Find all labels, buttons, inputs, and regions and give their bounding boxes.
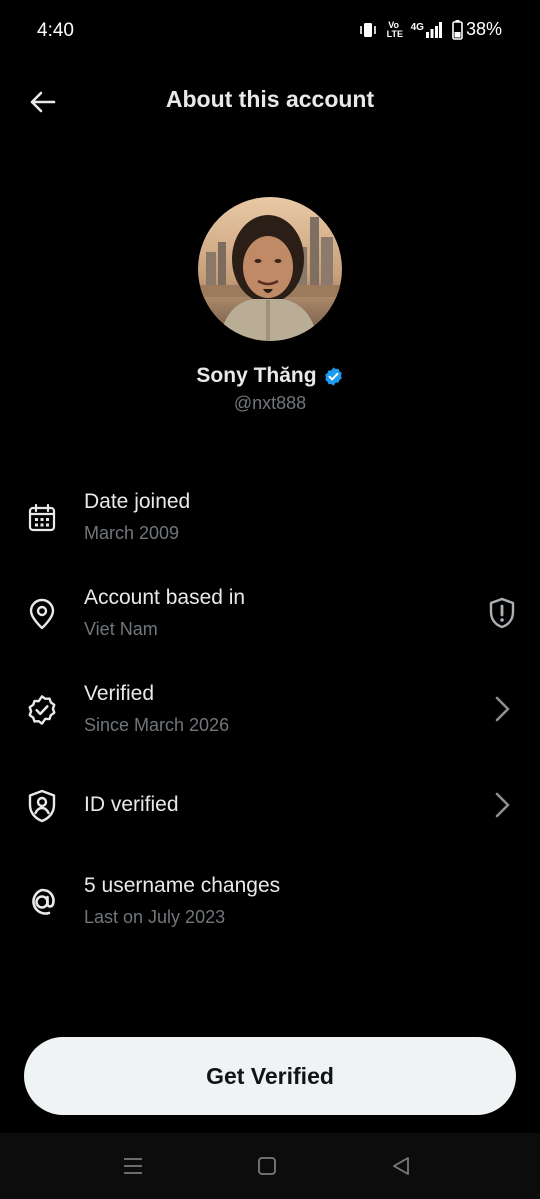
back-triangle-icon[interactable] [386,1153,416,1179]
profile-name-row: Sony Thăng [0,364,540,388]
header: About this account [0,72,540,132]
page-title: About this account [165,86,375,112]
row-title: Verified [84,682,155,705]
at-sign-icon [22,882,62,922]
status-time: 4:40 [37,20,74,41]
vibrate-icon [359,21,377,39]
volte-icon: Vo LTE [386,19,403,39]
id-shield-icon [22,786,62,826]
chevron-right-icon[interactable] [484,691,520,727]
status-icons: Vo LTE 4G 38% [359,19,502,40]
battery: 38% [452,19,502,40]
signal-icon: 4G [410,21,442,38]
row-subtitle: Last on July 2023 [84,907,226,927]
calendar-icon [22,498,62,538]
row-title: 5 username changes [84,874,281,897]
battery-icon [452,19,463,40]
about-account-screen: 4:40 Vo LTE 4G 38% About this account So… [0,0,540,1199]
username-changes-row: 5 username changes Last on July 2023 [0,870,540,950]
date-joined-row: Date joined March 2009 [0,486,540,566]
id-verified-row[interactable]: ID verified [0,774,540,854]
avatar[interactable] [198,197,342,341]
status-bar: 4:40 Vo LTE 4G 38% [0,0,540,62]
row-title: Account based in [84,586,246,609]
row-subtitle: Viet Nam [84,619,158,639]
row-title: ID verified [84,793,179,816]
get-verified-button[interactable]: Get Verified [24,1037,516,1115]
network-type-label: 4G [410,21,424,33]
account-based-in-row: Account based in Viet Nam [0,582,540,662]
handle: @nxt888 [233,393,307,413]
battery-percent: 38% [465,19,502,39]
row-subtitle: March 2009 [84,523,180,543]
system-nav-bar [0,1133,540,1199]
row-title: Date joined [84,490,191,513]
chevron-right-icon[interactable] [484,787,520,823]
home-icon[interactable] [252,1153,282,1179]
row-subtitle: Since March 2026 [84,715,230,735]
display-name: Sony Thăng [196,364,317,387]
location-pin-icon [22,594,62,634]
verified-badge-icon [323,366,344,387]
verified-row[interactable]: Verified Since March 2026 [0,678,540,758]
menu-icon[interactable] [118,1153,148,1179]
shield-alert-icon[interactable] [484,595,520,631]
verified-badge-icon [22,690,62,730]
